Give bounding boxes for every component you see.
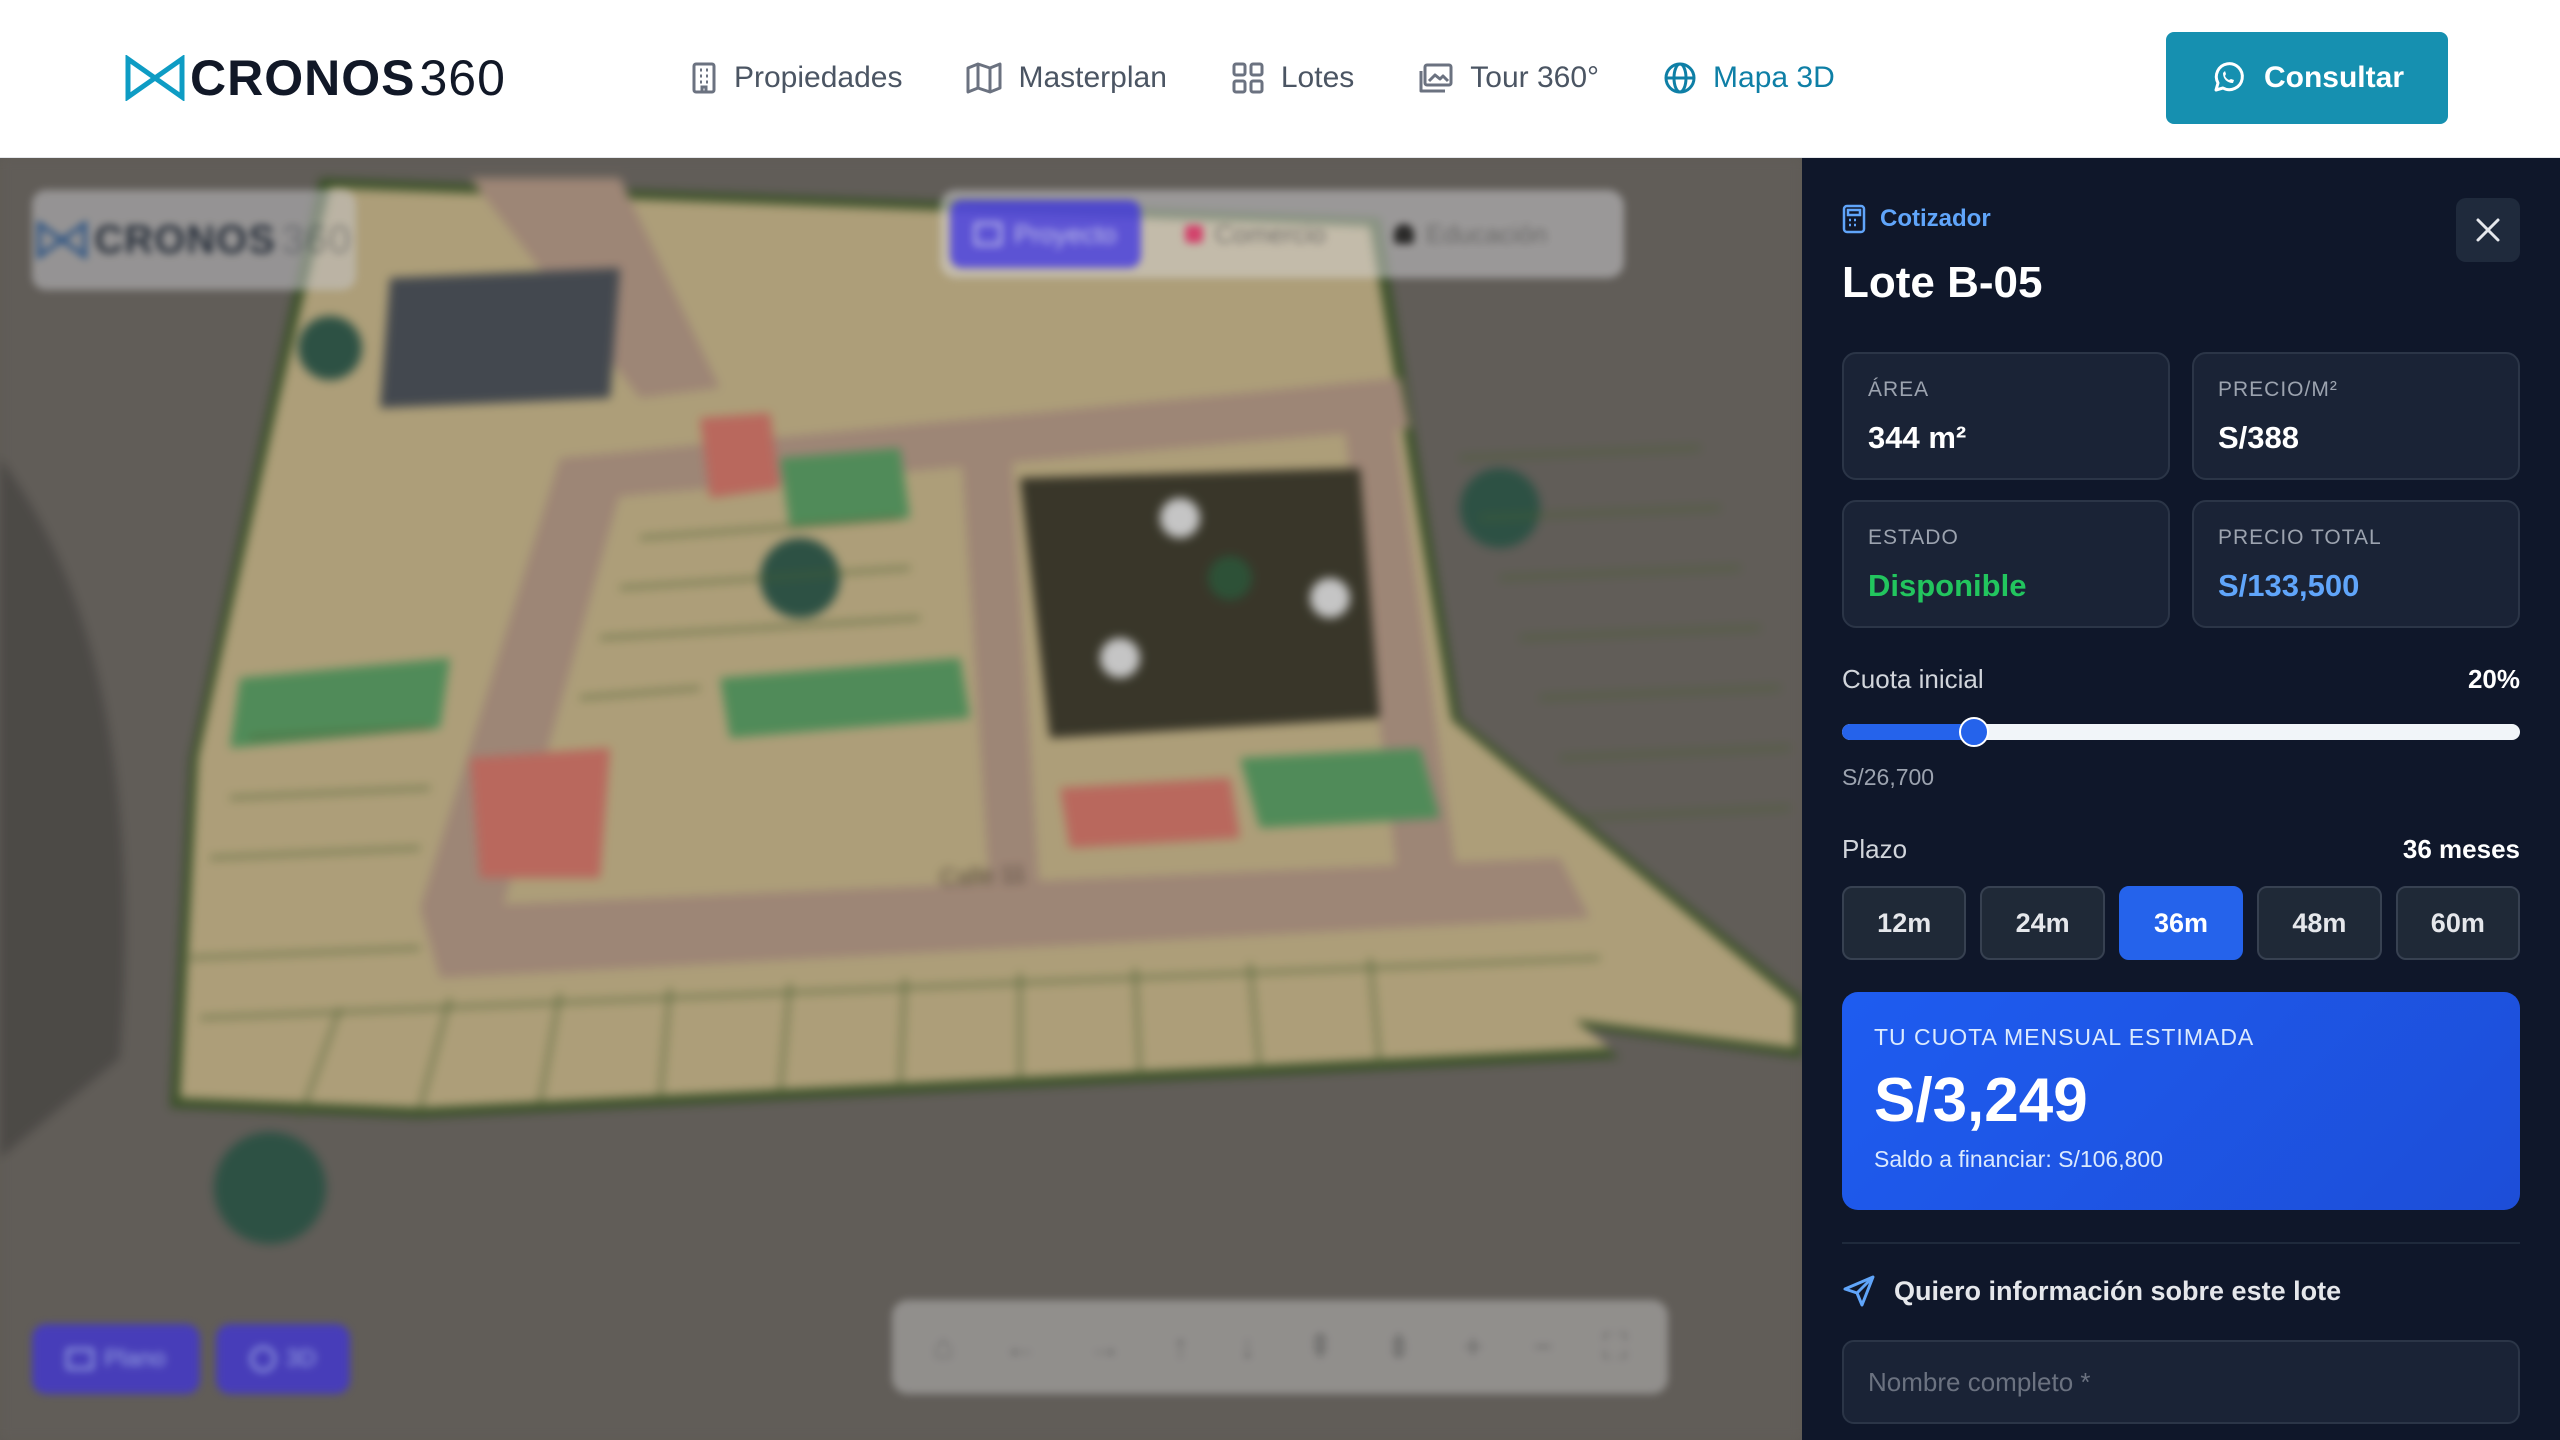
map-3d-view[interactable]: Calle 11 CRONOS 360 Proyecto Comercio Ed… — [0, 158, 1802, 1440]
nav-label: Lotes — [1280, 61, 1355, 94]
tilt-up-icon[interactable]: ⇞ — [1306, 1327, 1335, 1367]
building-icon — [692, 62, 716, 94]
map-watermark-logo: CRONOS 360 — [32, 190, 356, 290]
tab-label: Comercio — [1214, 218, 1326, 249]
tab-label: Proyecto — [1014, 218, 1117, 249]
term-options: 12m 24m 36m 48m 60m — [1842, 886, 2521, 960]
area-label: ÁREA — [1868, 378, 1930, 401]
top-header: CRONOS 360 Propiedades Masterplan Lotes — [0, 0, 2560, 158]
zoom-out-icon[interactable]: − — [1533, 1328, 1553, 1367]
total-price-label: PRECIO TOTAL — [2218, 526, 2382, 549]
nav-item-masterplan[interactable]: Masterplan — [966, 61, 1167, 95]
full-name-input[interactable] — [1842, 1340, 2520, 1424]
term-option-36m[interactable]: 36m — [2118, 886, 2244, 960]
nav-item-propiedades[interactable]: Propiedades — [690, 61, 902, 95]
consultar-label: Consultar — [2263, 61, 2404, 94]
fullscreen-icon[interactable]: ⛶ — [1603, 1328, 1627, 1367]
tab-proyecto[interactable]: Proyecto — [950, 200, 1141, 268]
send-icon — [1843, 1275, 1875, 1307]
initial-fee-label: Cuota inicial — [1842, 664, 1984, 694]
close-icon — [2476, 218, 2500, 242]
plano-view-button[interactable]: Plano — [32, 1324, 200, 1394]
plano-label: Plano — [104, 1345, 166, 1372]
brand-number: 360 — [419, 50, 506, 106]
map-logo-number: 360 — [281, 217, 352, 262]
arrow-right-icon[interactable]: → — [1088, 1328, 1122, 1367]
price-per-m2-value: S/388 — [2218, 420, 2300, 455]
project-icon — [974, 222, 1002, 246]
3d-label: 3D — [285, 1345, 317, 1372]
status-card: ESTADO Disponible — [1842, 500, 2170, 628]
price-per-m2-card: PRECIO/M² S/388 — [2192, 352, 2520, 480]
grid-icon — [1232, 62, 1264, 94]
globe-icon — [1664, 62, 1696, 94]
arrow-up-icon[interactable]: ↑ — [1172, 1328, 1189, 1367]
nav-item-mapa-3d[interactable]: Mapa 3D — [1663, 61, 1835, 95]
term-option-48m[interactable]: 48m — [2257, 886, 2382, 960]
term-option-60m[interactable]: 60m — [2395, 886, 2521, 960]
quota-amount: S/3,249 — [1874, 1066, 2088, 1135]
zoom-in-icon[interactable]: + — [1463, 1328, 1483, 1367]
arrow-down-icon[interactable]: ↓ — [1239, 1328, 1256, 1367]
section-divider — [1842, 1242, 2520, 1244]
nav-item-lotes[interactable]: Lotes — [1231, 61, 1354, 95]
monthly-quota-card: TU CUOTA MENSUAL ESTIMADA S/3,249 Saldo … — [1842, 992, 2520, 1210]
tab-educacion[interactable]: Educación — [1370, 200, 1571, 268]
info-request-label: Quiero información sobre este lote — [1894, 1275, 2342, 1306]
quota-balance: Saldo a financiar: S/106,800 — [1874, 1146, 2163, 1172]
map-logo-text: CRONOS — [94, 217, 276, 262]
tab-label: Educación — [1425, 218, 1548, 249]
cube-icon — [249, 1346, 276, 1372]
term-value: 36 meses — [2402, 834, 2520, 864]
status-label: ESTADO — [1868, 526, 1959, 549]
calculator-icon — [1842, 204, 1866, 234]
lot-title: Lote B-05 — [1842, 258, 2043, 307]
status-value: Disponible — [1868, 568, 2027, 603]
slider-thumb[interactable] — [1959, 717, 1989, 747]
total-price-card: PRECIO TOTAL S/133,500 — [2192, 500, 2520, 628]
tab-comercio[interactable]: Comercio — [1161, 200, 1350, 268]
initial-fee-amount: S/26,700 — [1842, 764, 1935, 790]
initial-fee-percent: 20% — [2467, 664, 2520, 694]
main-nav: Propiedades Masterplan Lotes Tour 360° M… — [690, 52, 1835, 104]
term-option-12m[interactable]: 12m — [1842, 886, 1967, 960]
3d-view-button[interactable]: 3D — [216, 1324, 350, 1394]
brand-mark-icon — [125, 55, 185, 101]
nav-label: Mapa 3D — [1713, 61, 1835, 94]
brand-name: CRONOS — [190, 50, 416, 106]
term-option-24m[interactable]: 24m — [1980, 886, 2105, 960]
term-label: Plazo — [1842, 834, 1908, 864]
home-icon[interactable]: ⌂ — [933, 1328, 954, 1367]
image-icon — [1419, 63, 1453, 93]
close-panel-button[interactable] — [2456, 198, 2520, 262]
info-request-heading: Quiero información sobre este lote — [1842, 1274, 2341, 1308]
nav-label: Masterplan — [1018, 61, 1167, 94]
panel-kicker: Cotizador — [1842, 204, 1991, 234]
consultar-button[interactable]: Consultar — [2166, 32, 2448, 124]
quote-panel: Cotizador Lote B-05 ÁREA 344 m² PRECIO/M… — [1802, 158, 2560, 1440]
map-navigation-controls: ⌂ ← → ↑ ↓ ⇞ ⇟ + − ⛶ — [892, 1300, 1668, 1394]
map-category-tabs: Proyecto Comercio Educación — [940, 190, 1624, 278]
total-price-value: S/133,500 — [2218, 568, 2360, 603]
brand-logo[interactable]: CRONOS 360 — [124, 50, 506, 106]
kicker-label: Cotizador — [1880, 205, 1991, 232]
brand-mark-icon — [37, 220, 88, 260]
area-value: 344 m² — [1868, 420, 1967, 455]
arrow-left-icon[interactable]: ← — [1004, 1328, 1038, 1367]
quota-kicker: TU CUOTA MENSUAL ESTIMADA — [1874, 1024, 2255, 1050]
initial-fee-slider[interactable] — [1842, 717, 2520, 747]
whatsapp-icon — [2214, 62, 2244, 92]
map-dim-overlay — [0, 158, 1802, 1440]
nav-label: Tour 360° — [1470, 61, 1600, 94]
map-icon — [966, 62, 1002, 94]
price-per-m2-label: PRECIO/M² — [2218, 378, 2338, 401]
slider-fill — [1842, 724, 1974, 740]
nav-item-tour-360[interactable]: Tour 360° — [1418, 61, 1599, 95]
area-card: ÁREA 344 m² — [1842, 352, 2170, 480]
nav-label: Propiedades — [734, 61, 903, 94]
education-icon — [1393, 224, 1414, 244]
shop-icon — [1184, 225, 1203, 243]
plan-icon — [66, 1348, 95, 1370]
tilt-down-icon[interactable]: ⇟ — [1385, 1327, 1414, 1367]
